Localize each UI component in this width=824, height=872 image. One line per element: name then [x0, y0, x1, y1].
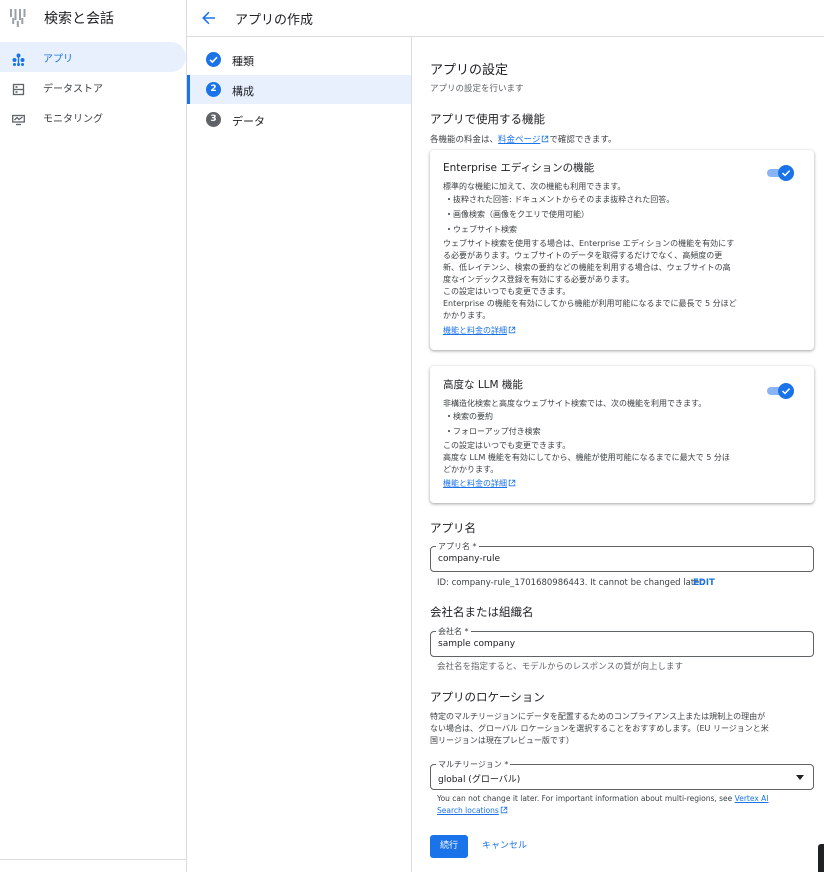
multiregion-select[interactable]: マルチリージョン * global (グローバル): [430, 759, 814, 790]
enterprise-bullet: 抜粋された回答: ドキュメントからそのまま抜粋された回答。: [447, 195, 675, 204]
step-label: 構成: [232, 85, 254, 98]
enterprise-bullet: ウェブサイト検索: [448, 225, 517, 234]
page-title: アプリの作成: [235, 13, 314, 28]
llm-toggle[interactable]: [767, 383, 795, 399]
llm-title: 高度な LLM 機能: [443, 379, 523, 391]
step-number: 2: [206, 82, 221, 97]
enterprise-desc-line: ウェブサイト検索を使用する場合は、Enterprise エディションの機能を有効…: [443, 239, 735, 248]
external-link-icon: [508, 479, 516, 487]
continue-button[interactable]: 続行: [430, 835, 468, 858]
step-type[interactable]: 種類: [187, 45, 411, 74]
app-config-form: アプリの設定 アプリの設定を行います アプリで使用する機能 各機能の料金は、料金…: [412, 37, 824, 872]
location-desc-line: ない場合は、グローバル ロケーションを選択することをおすすめします。（EU リー…: [430, 724, 769, 733]
pricing-prefix: 各機能の料金は、: [430, 135, 499, 145]
llm-desc-line: 高度な LLM 機能を有効にしてから、機能が使用可能になるまでに最大で 5 分ほ: [443, 453, 730, 462]
step-data[interactable]: 3 データ: [187, 105, 411, 134]
apps-icon: [12, 51, 25, 66]
search-locations-link[interactable]: Search locations: [437, 806, 499, 815]
side-panel-handle[interactable]: [818, 844, 824, 872]
llm-desc-line: この設定はいつでも変更できます。: [443, 441, 571, 450]
sidebar-item-datastore[interactable]: データストア: [0, 72, 186, 102]
app-name-label: アプリ名 *: [436, 541, 479, 552]
location-desc-line: 特定のマルチリージョンにデータを配置するためのコンプライアンス上または規制上の理…: [430, 712, 766, 721]
enterprise-desc-line: る必要があります。ウェブサイトのデータを取得するだけでなく、高頻度の更: [443, 251, 723, 260]
enterprise-details-link-wrap: 機能と料金の詳細: [443, 325, 516, 336]
app-id-text: ID: company-rule_1701680986443. It canno…: [437, 578, 705, 588]
llm-desc-line: どかかります。: [443, 465, 499, 474]
llm-intro: 非構造化検索と高度なウェブサイト検索では、次の機能を利用できます。: [443, 399, 707, 408]
llm-bullet: 検索の要約: [448, 412, 493, 421]
enterprise-feature-card: Enterprise エディションの機能 標準的な機能に加えて、次の機能も利用で…: [430, 150, 814, 350]
llm-details-link-wrap: 機能と料金の詳細: [443, 478, 516, 489]
product-title: 検索と会話: [44, 11, 114, 27]
step-label: データ: [232, 115, 265, 128]
app-name-field[interactable]: アプリ名 * company-rule: [430, 541, 814, 572]
dropdown-arrow-icon: [796, 775, 804, 780]
multiregion-value: global (グローバル): [438, 775, 521, 785]
sidebar-item-monitoring[interactable]: モニタリング: [0, 102, 186, 132]
sidebar-item-label: モニタリング: [43, 114, 103, 125]
company-hint: 会社名を指定すると、モデルからのレスポンスの質が向上します: [437, 662, 683, 672]
pricing-page-link[interactable]: 料金ページ: [498, 135, 540, 145]
enterprise-toggle[interactable]: [767, 165, 795, 181]
datastore-icon: [12, 81, 25, 96]
enterprise-intro: 標準的な機能に加えて、次の機能も利用できます。: [443, 182, 626, 191]
step-config[interactable]: 2 構成: [187, 75, 411, 104]
page-header: アプリの作成: [187, 0, 824, 37]
llm-bullet: フォローアップ付き検索: [448, 427, 541, 436]
enterprise-desc-line: 新、低レイテンシ、検索の要約などの機能を利用する場合は、ウェブサイトの高: [443, 263, 731, 272]
location-heading: アプリのロケーション: [430, 690, 545, 704]
step-label: 種類: [232, 55, 254, 68]
sidebar-item-label: アプリ: [43, 54, 73, 65]
sidebar-item-label: データストア: [43, 84, 103, 95]
search-conversation-logo-icon: [10, 9, 26, 31]
section-subtitle: アプリの設定を行います: [430, 84, 524, 94]
company-name-field[interactable]: 会社名 * sample company: [430, 626, 814, 657]
app-name-value: company-rule: [438, 554, 501, 564]
enterprise-desc-line: かかります。: [443, 311, 491, 320]
llm-details-link[interactable]: 機能と料金の詳細: [443, 479, 507, 488]
vertex-ai-locations-link[interactable]: Vertex AI: [735, 794, 769, 803]
enterprise-details-link[interactable]: 機能と料金の詳細: [443, 326, 507, 335]
sidebar-item-apps[interactable]: アプリ: [0, 42, 186, 72]
company-name-label: 会社名 *: [436, 626, 471, 637]
external-link-icon: [500, 806, 508, 814]
external-link-icon: [508, 326, 516, 334]
enterprise-title: Enterprise エディションの機能: [443, 162, 595, 174]
sidebar-divider: [0, 859, 186, 860]
left-sidebar: 検索と会話 アプリ データストア モニタリング: [0, 0, 187, 872]
pricing-suffix: で確認できます。: [549, 135, 617, 145]
check-circle-icon: [206, 52, 221, 67]
pricing-note: 各機能の料金は、料金ページ で確認できます。: [430, 133, 617, 145]
stepper: 種類 2 構成 3 データ: [187, 37, 412, 872]
enterprise-desc-line: Enterprise の機能を有効にしてから機能が利用可能になるまでに最長で 5…: [443, 299, 737, 308]
multiregion-label: マルチリージョン *: [436, 759, 511, 770]
product-header: 検索と会話: [0, 0, 187, 36]
location-hint: You can not change it later. For importa…: [437, 793, 769, 817]
company-name-value: sample company: [438, 639, 516, 649]
cancel-button[interactable]: キャンセル: [482, 835, 527, 858]
monitoring-icon: [12, 111, 25, 126]
edit-id-button[interactable]: EDIT: [693, 578, 715, 588]
features-heading: アプリで使用する機能: [430, 112, 545, 126]
enterprise-desc-line: 度なインデックス登録を有効にする必要があります。: [443, 275, 635, 284]
section-title: アプリの設定: [430, 63, 509, 78]
back-arrow-icon[interactable]: [201, 10, 217, 26]
company-heading: 会社名または組織名: [430, 605, 534, 619]
enterprise-bullet: 画像検索（画像をクエリで使用可能）: [448, 210, 589, 219]
location-hint-text: You can not change it later. For importa…: [437, 794, 735, 803]
app-name-heading: アプリ名: [430, 521, 476, 535]
location-desc-line: 国リージョンは現在プレビュー版です）: [430, 736, 574, 745]
enterprise-desc-line: この設定はいつでも変更できます。: [443, 287, 571, 296]
llm-feature-card: 高度な LLM 機能 非構造化検索と高度なウェブサイト検索では、次の機能を利用で…: [430, 366, 814, 503]
step-number: 3: [206, 112, 221, 127]
